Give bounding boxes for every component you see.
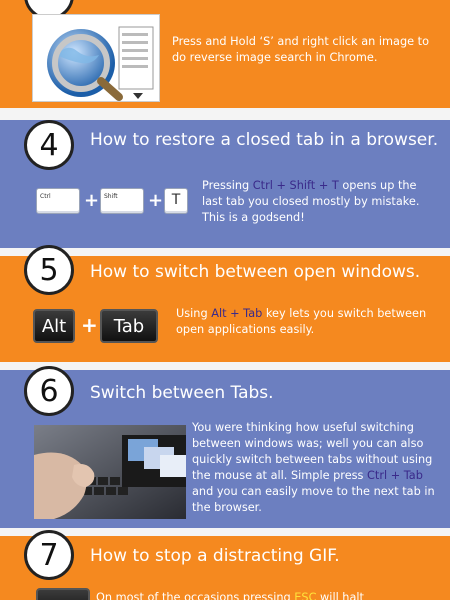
section-5-text: Using Alt + Tab key lets you switch betw…: [176, 306, 440, 338]
section-5-title: How to switch between open windows.: [90, 262, 421, 282]
section-4-text-pre: Pressing: [202, 179, 253, 192]
section-4-text: Pressing Ctrl + Shift + T opens up the l…: [202, 178, 440, 226]
esc-key: [36, 588, 90, 600]
alt-key: Alt: [33, 309, 75, 343]
section-4-shortcut: Ctrl + Shift + T: [252, 179, 339, 192]
section-6-text-post: and you can easily move to the next tab …: [192, 485, 435, 514]
shift-key: Shift: [100, 188, 144, 214]
divider: [0, 108, 450, 120]
section-3-image: [32, 14, 160, 102]
plus-sign: +: [148, 190, 164, 211]
ctrl-key: Ctrl: [36, 188, 80, 214]
section-3-text: Press and Hold ‘S’ and right click an im…: [172, 35, 430, 64]
section-5-number-badge: 5: [24, 245, 74, 295]
divider: [0, 528, 450, 536]
section-7-text-pre: On most of the occasions pressing: [96, 591, 295, 600]
tab-key: Tab: [100, 309, 158, 343]
section-7-text: On most of the occasions pressing ESC wi…: [96, 590, 436, 600]
divider: [0, 362, 450, 370]
section-7-number-badge: 7: [24, 530, 74, 580]
plus-sign: +: [84, 190, 100, 211]
t-key-label: T: [171, 192, 181, 208]
section-5-text-pre: Using: [176, 307, 212, 320]
globe-magnifier-icon: [47, 26, 154, 101]
section-6-number-badge: 6: [24, 366, 74, 416]
section-7-text-post: will halt: [316, 591, 364, 600]
t-key: T: [164, 188, 188, 214]
section-6-title: Switch between Tabs.: [90, 383, 274, 403]
section-7-shortcut: ESC: [294, 591, 317, 600]
section-6-text: You were thinking how useful switching b…: [192, 420, 442, 516]
laptop-keyboard-photo: [34, 425, 186, 519]
section-5-shortcut: Alt + Tab: [211, 307, 263, 320]
section-6-shortcut: Ctrl + Tab: [367, 469, 423, 482]
section-4-title: How to restore a closed tab in a browser…: [90, 130, 439, 150]
section-7-title: How to stop a distracting GIF.: [90, 546, 340, 566]
section-4-number-badge: 4: [24, 120, 74, 170]
plus-sign: +: [81, 313, 98, 337]
